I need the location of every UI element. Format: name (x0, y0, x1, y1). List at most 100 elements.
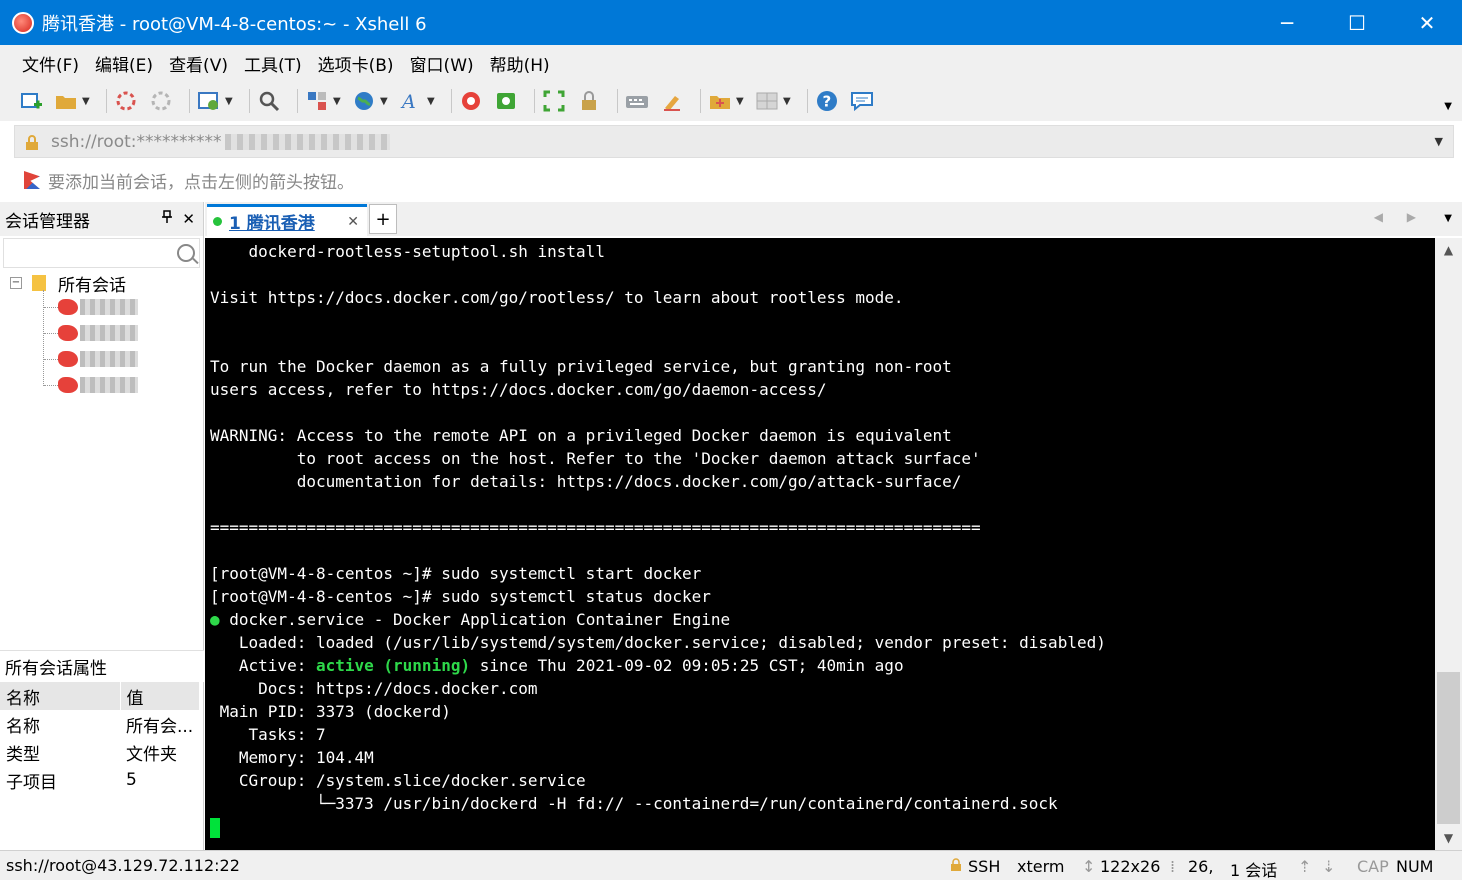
session-icon (58, 351, 78, 367)
session-tree: − 所有会话 (0, 270, 204, 640)
new-session-icon[interactable] (18, 88, 44, 114)
scroll-down-icon[interactable]: ▼ (1435, 826, 1462, 850)
menu-tab[interactable]: 选项卡(B) (310, 51, 402, 76)
add-folder-dropdown-icon[interactable]: ▼ (736, 96, 744, 107)
property-key: 子项目 (6, 772, 57, 793)
help-icon[interactable]: ? (814, 88, 840, 114)
table-row: 类型 文件夹 (0, 738, 200, 766)
address-input[interactable]: ssh://root:********** (51, 132, 221, 152)
svg-text:A: A (400, 91, 416, 112)
tree-session-item[interactable] (44, 374, 138, 396)
tab-list-dropdown-icon[interactable]: ▼ (1444, 213, 1452, 224)
menu-help[interactable]: 帮助(H) (482, 51, 558, 76)
terminal-line: To run the Docker daemon as a fully priv… (210, 357, 952, 376)
pin-icon[interactable] (161, 210, 173, 228)
terminal-line: dockerd-rootless-setuptool.sh install (210, 242, 605, 261)
toolbar-separator (106, 89, 107, 113)
tab-close-icon[interactable]: ✕ (347, 214, 359, 230)
font-dropdown-icon[interactable]: ▼ (427, 96, 435, 107)
disconnect-icon[interactable] (113, 88, 139, 114)
open-folder-icon[interactable] (53, 88, 79, 114)
minimize-button[interactable]: ─ (1252, 0, 1322, 45)
toolbar-separator (297, 89, 298, 113)
menu-window[interactable]: 窗口(W) (402, 51, 482, 76)
protocol-label: SSH (968, 857, 1001, 876)
session-manager-title: 会话管理器 (5, 211, 90, 232)
tree-root-label: 所有会话 (58, 275, 126, 296)
lock-icon[interactable] (576, 88, 602, 114)
highlight-icon[interactable] (659, 88, 685, 114)
scrollbar-thumb[interactable] (1437, 672, 1460, 824)
svg-text:?: ? (823, 93, 832, 111)
properties-icon[interactable] (196, 88, 222, 114)
prev-session-arrow-icon[interactable]: ⇡ (1298, 857, 1311, 876)
menu-tools[interactable]: 工具(T) (236, 51, 310, 76)
open-dropdown-icon[interactable]: ▼ (82, 96, 90, 107)
globe-icon[interactable] (351, 88, 377, 114)
toolbar-separator (700, 89, 701, 113)
terminal-line: Active: active (running) since Thu 2021-… (210, 654, 1106, 677)
toolbar-separator (617, 89, 618, 113)
maximize-button[interactable]: ☐ (1322, 0, 1392, 45)
add-tab-button[interactable]: + (369, 204, 397, 234)
service-status-dot: ● (210, 610, 220, 629)
resize-icon: ↕ (1082, 857, 1096, 876)
terminal-size: 122x26 (1100, 857, 1161, 876)
scroll-up-icon[interactable]: ▲ (1435, 238, 1462, 262)
active-state: active (running) (315, 656, 471, 675)
terminal-line: [root@VM-4-8-centos ~]# sudo systemctl s… (210, 587, 711, 606)
transfer-dropdown-icon[interactable]: ▼ (333, 96, 341, 107)
table-row: 名称 所有会... (0, 710, 200, 738)
terminal-line: to root access on the host. Refer to the… (210, 449, 981, 468)
properties-dropdown-icon[interactable]: ▼ (225, 96, 233, 107)
search-icon[interactable] (177, 244, 195, 262)
layout-icon[interactable] (754, 88, 780, 114)
tree-session-item[interactable] (44, 348, 138, 370)
address-bar[interactable]: ssh://root:********** ▼ (14, 125, 1454, 158)
tree-root-all-sessions[interactable]: − 所有会话 (10, 270, 126, 296)
toolbar-overflow-icon[interactable]: ▼ (1444, 101, 1452, 112)
terminal-scrollbar[interactable]: ▲ ▼ (1435, 238, 1462, 850)
properties-header-name[interactable]: 名称 (0, 682, 121, 710)
close-panel-icon[interactable]: ✕ (182, 210, 195, 228)
chat-icon[interactable] (849, 88, 875, 114)
terminal-view[interactable]: dockerd-rootless-setuptool.sh install Vi… (205, 238, 1435, 850)
tree-session-item[interactable] (44, 322, 138, 344)
tree-session-item[interactable] (44, 296, 138, 318)
property-value: 所有会... (126, 716, 194, 737)
add-session-arrow-icon[interactable] (24, 171, 40, 189)
keyboard-icon[interactable] (624, 88, 650, 114)
address-dropdown-icon[interactable]: ▼ (1435, 135, 1443, 148)
caps-lock-indicator: CAP (1357, 857, 1389, 876)
window-controls: ─ ☐ ✕ (1252, 0, 1462, 45)
menu-file[interactable]: 文件(F) (14, 51, 87, 76)
tab-label[interactable]: 1 腾讯香港 (229, 209, 315, 234)
terminal-line: Visit https://docs.docker.com/go/rootles… (210, 288, 904, 307)
terminal-line: WARNING: Access to the remote API on a p… (210, 426, 952, 445)
menu-edit[interactable]: 编辑(E) (87, 51, 161, 76)
transfer-icon[interactable] (304, 88, 330, 114)
tab-scroll-arrows-icon[interactable]: ◀ ▶ (1374, 210, 1426, 224)
reconnect-icon[interactable] (148, 88, 174, 114)
font-icon[interactable]: A (398, 88, 424, 114)
layout-dropdown-icon[interactable]: ▼ (783, 96, 791, 107)
terminal-line: └─3373 /usr/bin/dockerd -H fd:// --conta… (210, 794, 1058, 813)
tab-session-1[interactable]: 1 腾讯香港 ✕ (207, 204, 367, 236)
add-folder-icon[interactable] (707, 88, 733, 114)
menu-view[interactable]: 查看(V) (161, 51, 236, 76)
find-icon[interactable] (256, 88, 282, 114)
session-search-input[interactable] (3, 238, 200, 268)
redacted-session-name (80, 377, 138, 393)
next-session-arrow-icon[interactable]: ⇣ (1322, 857, 1335, 876)
menu-bar: 文件(F) 编辑(E) 查看(V) 工具(T) 选项卡(B) 窗口(W) 帮助(… (0, 45, 1462, 81)
terminal-line: ========================================… (210, 518, 981, 537)
close-button[interactable]: ✕ (1392, 0, 1462, 45)
properties-header-value[interactable]: 值 (120, 682, 200, 710)
globe-dropdown-icon[interactable]: ▼ (380, 96, 388, 107)
xshell-icon[interactable] (458, 88, 484, 114)
collapse-icon[interactable]: − (10, 277, 22, 289)
fullscreen-icon[interactable] (541, 88, 567, 114)
xftp-icon[interactable] (493, 88, 519, 114)
